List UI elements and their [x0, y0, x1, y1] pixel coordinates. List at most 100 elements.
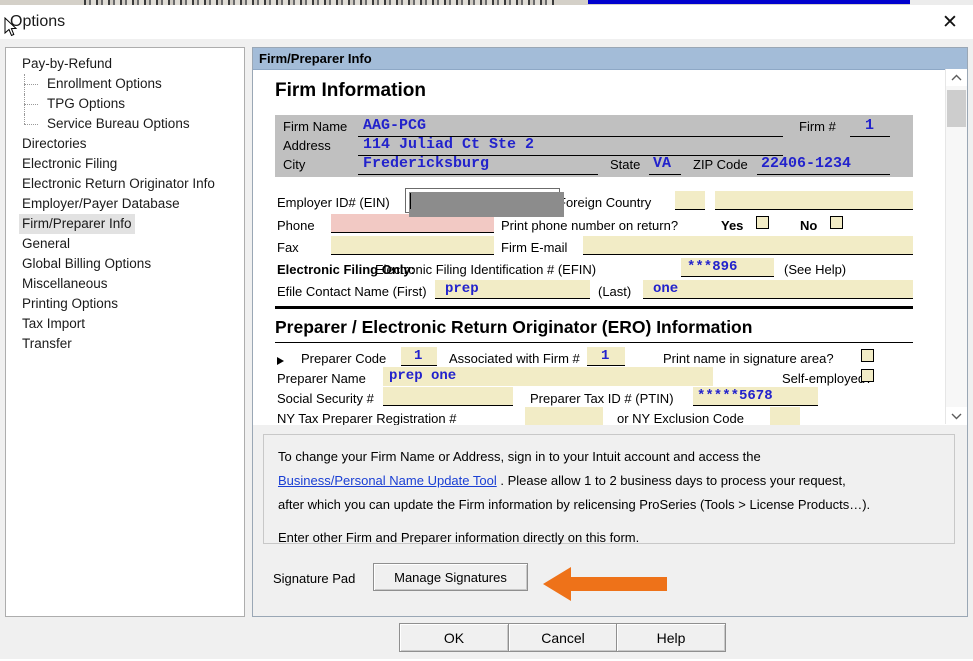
efile-contact-last-field[interactable] — [643, 280, 913, 299]
left-arrow-annotation-icon — [543, 567, 667, 601]
firm-city-label: City — [283, 157, 306, 172]
self-employed-checkbox[interactable] — [861, 369, 874, 382]
sidebar-item-enrollment-options[interactable]: Enrollment Options — [6, 74, 244, 94]
self-employed-label: Self-employed? — [782, 371, 873, 386]
pane-header: Firm/Preparer Info — [253, 48, 967, 70]
chevron-up-icon[interactable] — [946, 69, 967, 86]
efile-contact-last-value: one — [653, 281, 679, 297]
text-caret — [410, 193, 411, 209]
firm-name-value[interactable]: AAG-PCG — [363, 117, 426, 134]
options-dialog: Options ✕ Pay-by-Refund Enrollment Optio… — [0, 0, 973, 659]
sidebar-item-miscellaneous[interactable]: Miscellaneous — [6, 274, 244, 294]
options-category-tree[interactable]: Pay-by-Refund Enrollment Options TPG Opt… — [5, 47, 245, 617]
firm-state-label: State — [610, 157, 641, 172]
firm-zip-label: ZIP Code — [693, 157, 748, 172]
sidebar-item-pay-by-refund[interactable]: Pay-by-Refund — [6, 54, 244, 74]
sidebar-item-directories[interactable]: Directories — [6, 134, 244, 154]
manage-signatures-button[interactable]: Manage Signatures — [373, 563, 528, 591]
dialog-body: Pay-by-Refund Enrollment Options TPG Opt… — [0, 39, 973, 659]
firm-email-field[interactable] — [583, 236, 913, 255]
ny-exclusion-field[interactable] — [770, 407, 800, 425]
form-scroll-area: Firm Information Firm Name AAG-PCG Firm … — [253, 70, 967, 425]
fax-field[interactable] — [331, 236, 494, 255]
signature-pad-row: Signature Pad Manage Signatures — [263, 553, 955, 609]
sidebar-item-employer-payer-database[interactable]: Employer/Payer Database — [6, 194, 244, 214]
firm-address-label: Address — [283, 138, 331, 153]
firm-state-value[interactable]: VA — [653, 155, 671, 172]
firm-name-label: Firm Name — [283, 119, 348, 134]
phone-label: Phone — [277, 218, 315, 233]
chevron-down-icon[interactable] — [946, 407, 967, 424]
dialog-button-row: OK Cancel Help — [0, 621, 973, 661]
print-phone-yes-label: Yes — [721, 218, 744, 233]
firm-number-label: Firm # — [799, 119, 836, 134]
ssn-field[interactable] — [383, 387, 513, 406]
close-icon[interactable]: ✕ — [927, 5, 973, 39]
print-phone-no-checkbox[interactable] — [830, 216, 843, 229]
info-line-4: Enter other Firm and Preparer informatio… — [278, 530, 640, 545]
efile-contact-first-label: Efile Contact Name (First) — [277, 284, 427, 299]
info-line-2: Business/Personal Name Update Tool . Ple… — [278, 471, 940, 490]
efin-label: Electronic Filing Identification # (EFIN… — [375, 262, 597, 277]
firm-information-heading: Firm Information — [275, 80, 426, 101]
row-marker-icon — [277, 357, 284, 365]
ok-button[interactable]: OK — [399, 623, 509, 652]
name-update-tool-link[interactable]: Business/Personal Name Update Tool — [278, 473, 497, 488]
firm-email-label: Firm E-mail — [501, 240, 568, 255]
sidebar-item-service-bureau-options[interactable]: Service Bureau Options — [6, 114, 244, 134]
firm-preparer-form: Firm Information Firm Name AAG-PCG Firm … — [253, 70, 933, 425]
firm-preparer-panel: Firm/Preparer Info Firm Information Firm… — [252, 47, 968, 617]
sidebar-item-general[interactable]: General — [6, 234, 244, 254]
associated-firm-label: Associated with Firm # — [449, 351, 580, 366]
fax-label: Fax — [277, 240, 299, 255]
firm-city-value[interactable]: Fredericksburg — [363, 155, 489, 172]
preparer-name-label: Preparer Name — [277, 371, 366, 386]
efile-contact-last-label: (Last) — [598, 284, 632, 299]
sidebar-item-firm-preparer-info[interactable]: Firm/Preparer Info — [6, 214, 244, 234]
dialog-title-bar: Options ✕ — [0, 5, 973, 39]
firm-zip-value[interactable]: 22406-1234 — [761, 155, 851, 172]
ein-input-shadow — [409, 192, 564, 217]
ssn-label: Social Security # — [277, 391, 374, 406]
signature-pad-label: Signature Pad — [273, 571, 356, 586]
help-button[interactable]: Help — [616, 623, 726, 652]
section-divider — [275, 306, 913, 309]
ny-registration-field[interactable] — [525, 407, 603, 425]
sidebar-item-global-billing-options[interactable]: Global Billing Options — [6, 254, 244, 274]
see-help-label: (See Help) — [784, 262, 847, 277]
ptin-value: *****5678 — [697, 388, 773, 404]
firm-number-value[interactable]: 1 — [865, 117, 874, 134]
page-title: Options — [10, 13, 66, 30]
preparer-code-value: 1 — [414, 348, 423, 364]
efin-value: ***896 — [687, 259, 738, 275]
form-vertical-scrollbar[interactable] — [945, 69, 967, 424]
efile-contact-first-value: prep — [445, 281, 479, 297]
preparer-code-label: Preparer Code — [301, 351, 387, 366]
sidebar-item-electronic-return-originator-info[interactable]: Electronic Return Originator Info — [6, 174, 244, 194]
info-line-3: after which you can update the Firm info… — [278, 497, 871, 512]
info-line-1: To change your Firm Name or Address, sig… — [278, 449, 761, 464]
ny-exclusion-label: or NY Exclusion Code — [617, 411, 744, 425]
sidebar-item-transfer[interactable]: Transfer — [6, 334, 244, 354]
ny-registration-label: NY Tax Preparer Registration # — [277, 411, 457, 425]
background-selection-bar — [588, 0, 910, 4]
sidebar-item-printing-options[interactable]: Printing Options — [6, 294, 244, 314]
sidebar-item-electronic-filing[interactable]: Electronic Filing — [6, 154, 244, 174]
info-message-box: To change your Firm Name or Address, sig… — [263, 434, 955, 545]
ein-input[interactable] — [405, 188, 564, 217]
firm-address-value[interactable]: 114 Juliad Ct Ste 2 — [363, 136, 534, 153]
cancel-button[interactable]: Cancel — [508, 623, 618, 652]
sidebar-item-tax-import[interactable]: Tax Import — [6, 314, 244, 334]
ptin-label: Preparer Tax ID # (PTIN) — [530, 391, 674, 406]
print-phone-no-label: No — [800, 218, 818, 233]
preparer-name-value: prep one — [389, 368, 457, 384]
sidebar-item-tpg-options[interactable]: TPG Options — [6, 94, 244, 114]
ero-underline — [275, 342, 913, 343]
info-line-2-rest: . Please allow 1 to 2 business days to p… — [500, 473, 846, 488]
print-name-signature-label: Print name in signature area? — [663, 351, 834, 366]
scrollbar-track[interactable] — [946, 86, 967, 407]
print-phone-yes-checkbox[interactable] — [756, 216, 769, 229]
print-name-signature-checkbox[interactable] — [861, 349, 874, 362]
scrollbar-thumb[interactable] — [947, 90, 966, 127]
ero-information-heading: Preparer / Electronic Return Originator … — [275, 317, 753, 337]
